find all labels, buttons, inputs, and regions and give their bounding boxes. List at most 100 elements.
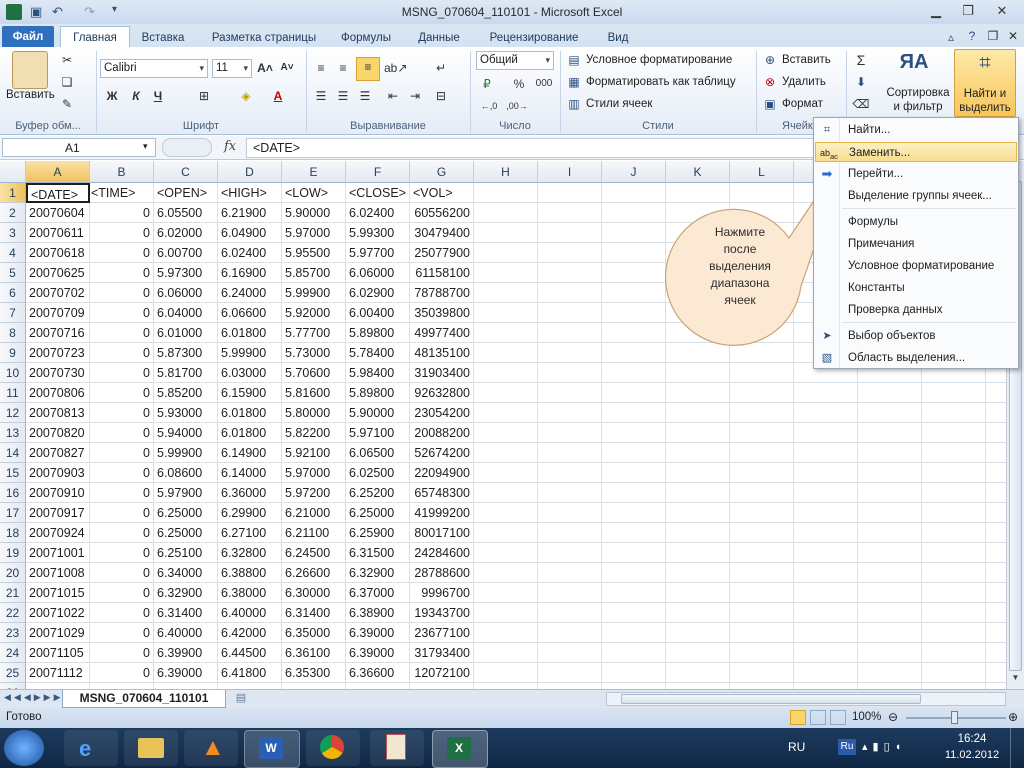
cell[interactable]: 92632800 bbox=[410, 383, 474, 403]
row-header[interactable]: 12 bbox=[0, 403, 26, 423]
cell[interactable]: 5.97100 bbox=[346, 423, 410, 443]
cell[interactable] bbox=[794, 523, 858, 543]
row-header[interactable]: 24 bbox=[0, 643, 26, 663]
row-header[interactable]: 15 bbox=[0, 463, 26, 483]
file-explorer-icon[interactable] bbox=[124, 730, 178, 766]
cell[interactable]: 20070709 bbox=[26, 303, 90, 323]
cell[interactable]: 6.35300 bbox=[282, 663, 346, 683]
cell[interactable]: 6.14900 bbox=[218, 443, 282, 463]
cell[interactable] bbox=[986, 503, 1006, 523]
cell[interactable] bbox=[794, 543, 858, 563]
cell[interactable]: 6.01000 bbox=[154, 323, 218, 343]
cell[interactable]: 6.01800 bbox=[218, 323, 282, 343]
cell[interactable]: 6.36600 bbox=[346, 663, 410, 683]
format-cells-icon[interactable]: ▣ bbox=[762, 95, 778, 113]
cell[interactable]: 6.02900 bbox=[346, 283, 410, 303]
cell[interactable] bbox=[730, 423, 794, 443]
cell[interactable]: 20071112 bbox=[26, 663, 90, 683]
cell[interactable] bbox=[922, 483, 986, 503]
cell[interactable] bbox=[666, 583, 730, 603]
cell[interactable] bbox=[602, 463, 666, 483]
cell[interactable] bbox=[666, 663, 730, 683]
row-header[interactable]: 9 bbox=[0, 343, 26, 363]
column-header[interactable]: L bbox=[730, 161, 794, 183]
cell[interactable] bbox=[602, 283, 666, 303]
cell[interactable] bbox=[474, 483, 538, 503]
cell[interactable]: 6.02400 bbox=[346, 203, 410, 223]
cell[interactable]: 6.06000 bbox=[346, 263, 410, 283]
cell[interactable]: 23677100 bbox=[410, 623, 474, 643]
cell[interactable] bbox=[602, 203, 666, 223]
align-center-icon[interactable]: ☰ bbox=[334, 87, 352, 105]
row-header[interactable]: 21 bbox=[0, 583, 26, 603]
cell[interactable]: 0 bbox=[90, 343, 154, 363]
cell[interactable] bbox=[858, 523, 922, 543]
cell[interactable] bbox=[666, 343, 730, 363]
menu-item-select-objects[interactable]: ➤ Выбор объектов bbox=[815, 326, 1017, 346]
cell[interactable] bbox=[474, 623, 538, 643]
cell[interactable]: 48135100 bbox=[410, 343, 474, 363]
menu-item-selection-pane[interactable]: ▧ Область выделения... bbox=[815, 348, 1017, 368]
cell[interactable]: 5.90000 bbox=[346, 403, 410, 423]
cell[interactable]: 60556200 bbox=[410, 203, 474, 223]
internet-explorer-icon[interactable]: e bbox=[64, 730, 118, 766]
cell[interactable] bbox=[922, 383, 986, 403]
cell[interactable] bbox=[858, 663, 922, 683]
cell[interactable]: 0 bbox=[90, 523, 154, 543]
cell[interactable] bbox=[474, 403, 538, 423]
cell[interactable] bbox=[986, 383, 1006, 403]
cell[interactable] bbox=[474, 543, 538, 563]
cell[interactable] bbox=[730, 603, 794, 623]
cell[interactable]: 30479400 bbox=[410, 223, 474, 243]
cell[interactable]: 5.78400 bbox=[346, 343, 410, 363]
row-header[interactable]: 20 bbox=[0, 563, 26, 583]
cell[interactable]: 6.38000 bbox=[218, 583, 282, 603]
cell[interactable] bbox=[986, 523, 1006, 543]
cell[interactable]: 6.39000 bbox=[154, 663, 218, 683]
cell[interactable] bbox=[730, 623, 794, 643]
cell[interactable] bbox=[602, 583, 666, 603]
insert-cells-button[interactable]: Вставить bbox=[782, 54, 831, 66]
menu-item-goto-special[interactable]: Выделение группы ячеек... bbox=[815, 186, 1017, 206]
menu-item-formulas[interactable]: Формулы bbox=[815, 212, 1017, 232]
row-header[interactable]: 1 bbox=[0, 183, 26, 203]
cell[interactable] bbox=[922, 523, 986, 543]
cell[interactable] bbox=[538, 463, 602, 483]
cell[interactable]: 6.38800 bbox=[218, 563, 282, 583]
cell[interactable] bbox=[602, 523, 666, 543]
cell[interactable] bbox=[602, 243, 666, 263]
cell[interactable] bbox=[602, 623, 666, 643]
cell[interactable] bbox=[538, 303, 602, 323]
cell[interactable]: 6.32900 bbox=[346, 563, 410, 583]
cell[interactable]: 0 bbox=[90, 383, 154, 403]
cell[interactable]: 20070917 bbox=[26, 503, 90, 523]
cell[interactable] bbox=[538, 443, 602, 463]
cell[interactable] bbox=[666, 463, 730, 483]
paste-icon[interactable] bbox=[12, 51, 48, 89]
cell[interactable]: 5.73000 bbox=[282, 343, 346, 363]
cell[interactable]: 6.25900 bbox=[346, 523, 410, 543]
cell[interactable]: 20071105 bbox=[26, 643, 90, 663]
cell[interactable] bbox=[730, 383, 794, 403]
word-icon[interactable]: W bbox=[244, 730, 300, 768]
cell[interactable] bbox=[538, 203, 602, 223]
cell[interactable] bbox=[858, 503, 922, 523]
cell[interactable] bbox=[858, 643, 922, 663]
cell[interactable]: 6.32800 bbox=[218, 543, 282, 563]
cell[interactable]: 0 bbox=[90, 623, 154, 643]
zoom-slider-thumb[interactable] bbox=[951, 711, 958, 724]
grow-font-icon[interactable]: A˄ bbox=[256, 59, 274, 77]
cell[interactable]: <TIME> bbox=[90, 183, 154, 203]
cell[interactable] bbox=[474, 223, 538, 243]
solitaire-icon[interactable] bbox=[370, 730, 424, 766]
align-bottom-icon[interactable]: ≡ bbox=[356, 57, 380, 81]
minimize-ribbon-icon[interactable]: ▵ bbox=[944, 28, 958, 46]
sheet-nav-icons[interactable]: ◀◀◀▶▶▶ bbox=[4, 692, 61, 706]
cell[interactable] bbox=[666, 363, 730, 383]
tab-review[interactable]: Рецензирование bbox=[478, 28, 590, 48]
currency-icon[interactable]: ₽ bbox=[478, 75, 496, 93]
start-button[interactable] bbox=[4, 730, 44, 766]
cell[interactable]: 6.14000 bbox=[218, 463, 282, 483]
cell[interactable]: 5.70600 bbox=[282, 363, 346, 383]
row-header[interactable]: 10 bbox=[0, 363, 26, 383]
